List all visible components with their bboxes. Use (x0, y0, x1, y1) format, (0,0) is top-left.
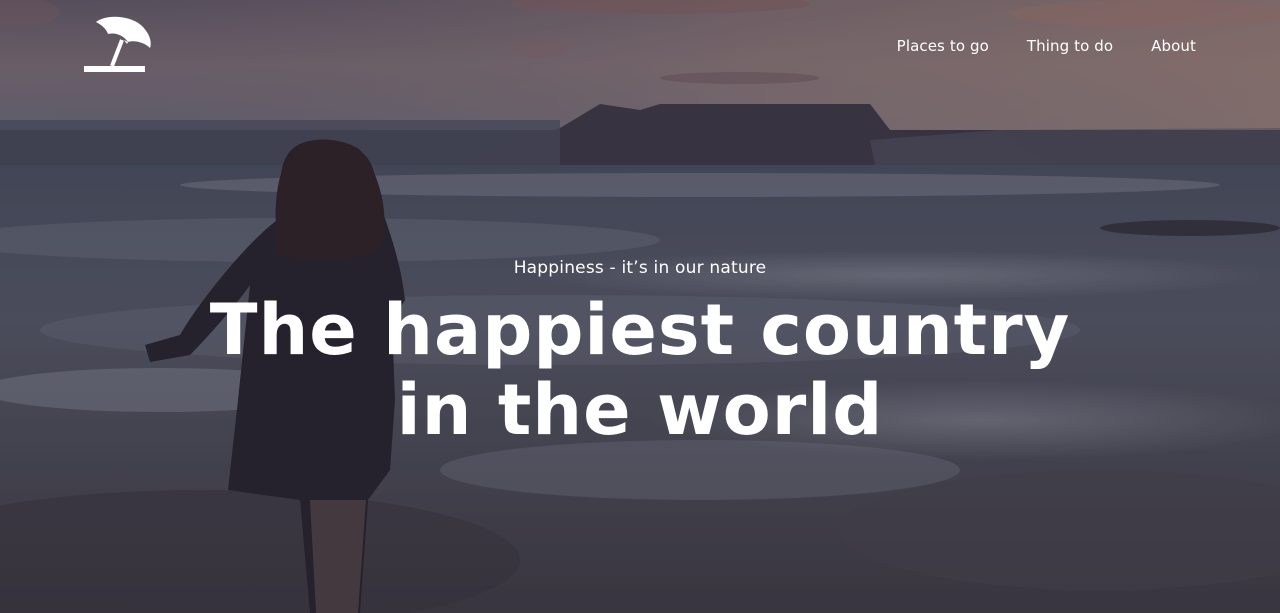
beach-umbrella-icon (84, 16, 151, 72)
hero-content: Happiness - it’s in our nature The happi… (0, 258, 1280, 450)
hero-tagline: Happiness - it’s in our nature (513, 258, 767, 278)
nav-link-thing-to-do[interactable]: Thing to do (1027, 37, 1113, 55)
hero-headline: The happiest country in the world (209, 289, 1071, 451)
nav-link-places-to-go[interactable]: Places to go (897, 37, 989, 55)
nav-item-places-to-go: Places to go (897, 36, 989, 55)
nav-menu: Places to go Thing to do About (897, 36, 1196, 55)
nav-item-thing-to-do: Thing to do (1027, 36, 1113, 55)
hero-section: Places to go Thing to do About Happiness… (0, 0, 1280, 613)
nav-item-about: About (1151, 36, 1196, 55)
logo[interactable] (84, 16, 154, 74)
navbar: Places to go Thing to do About (0, 0, 1280, 90)
nav-link-about[interactable]: About (1151, 37, 1196, 55)
